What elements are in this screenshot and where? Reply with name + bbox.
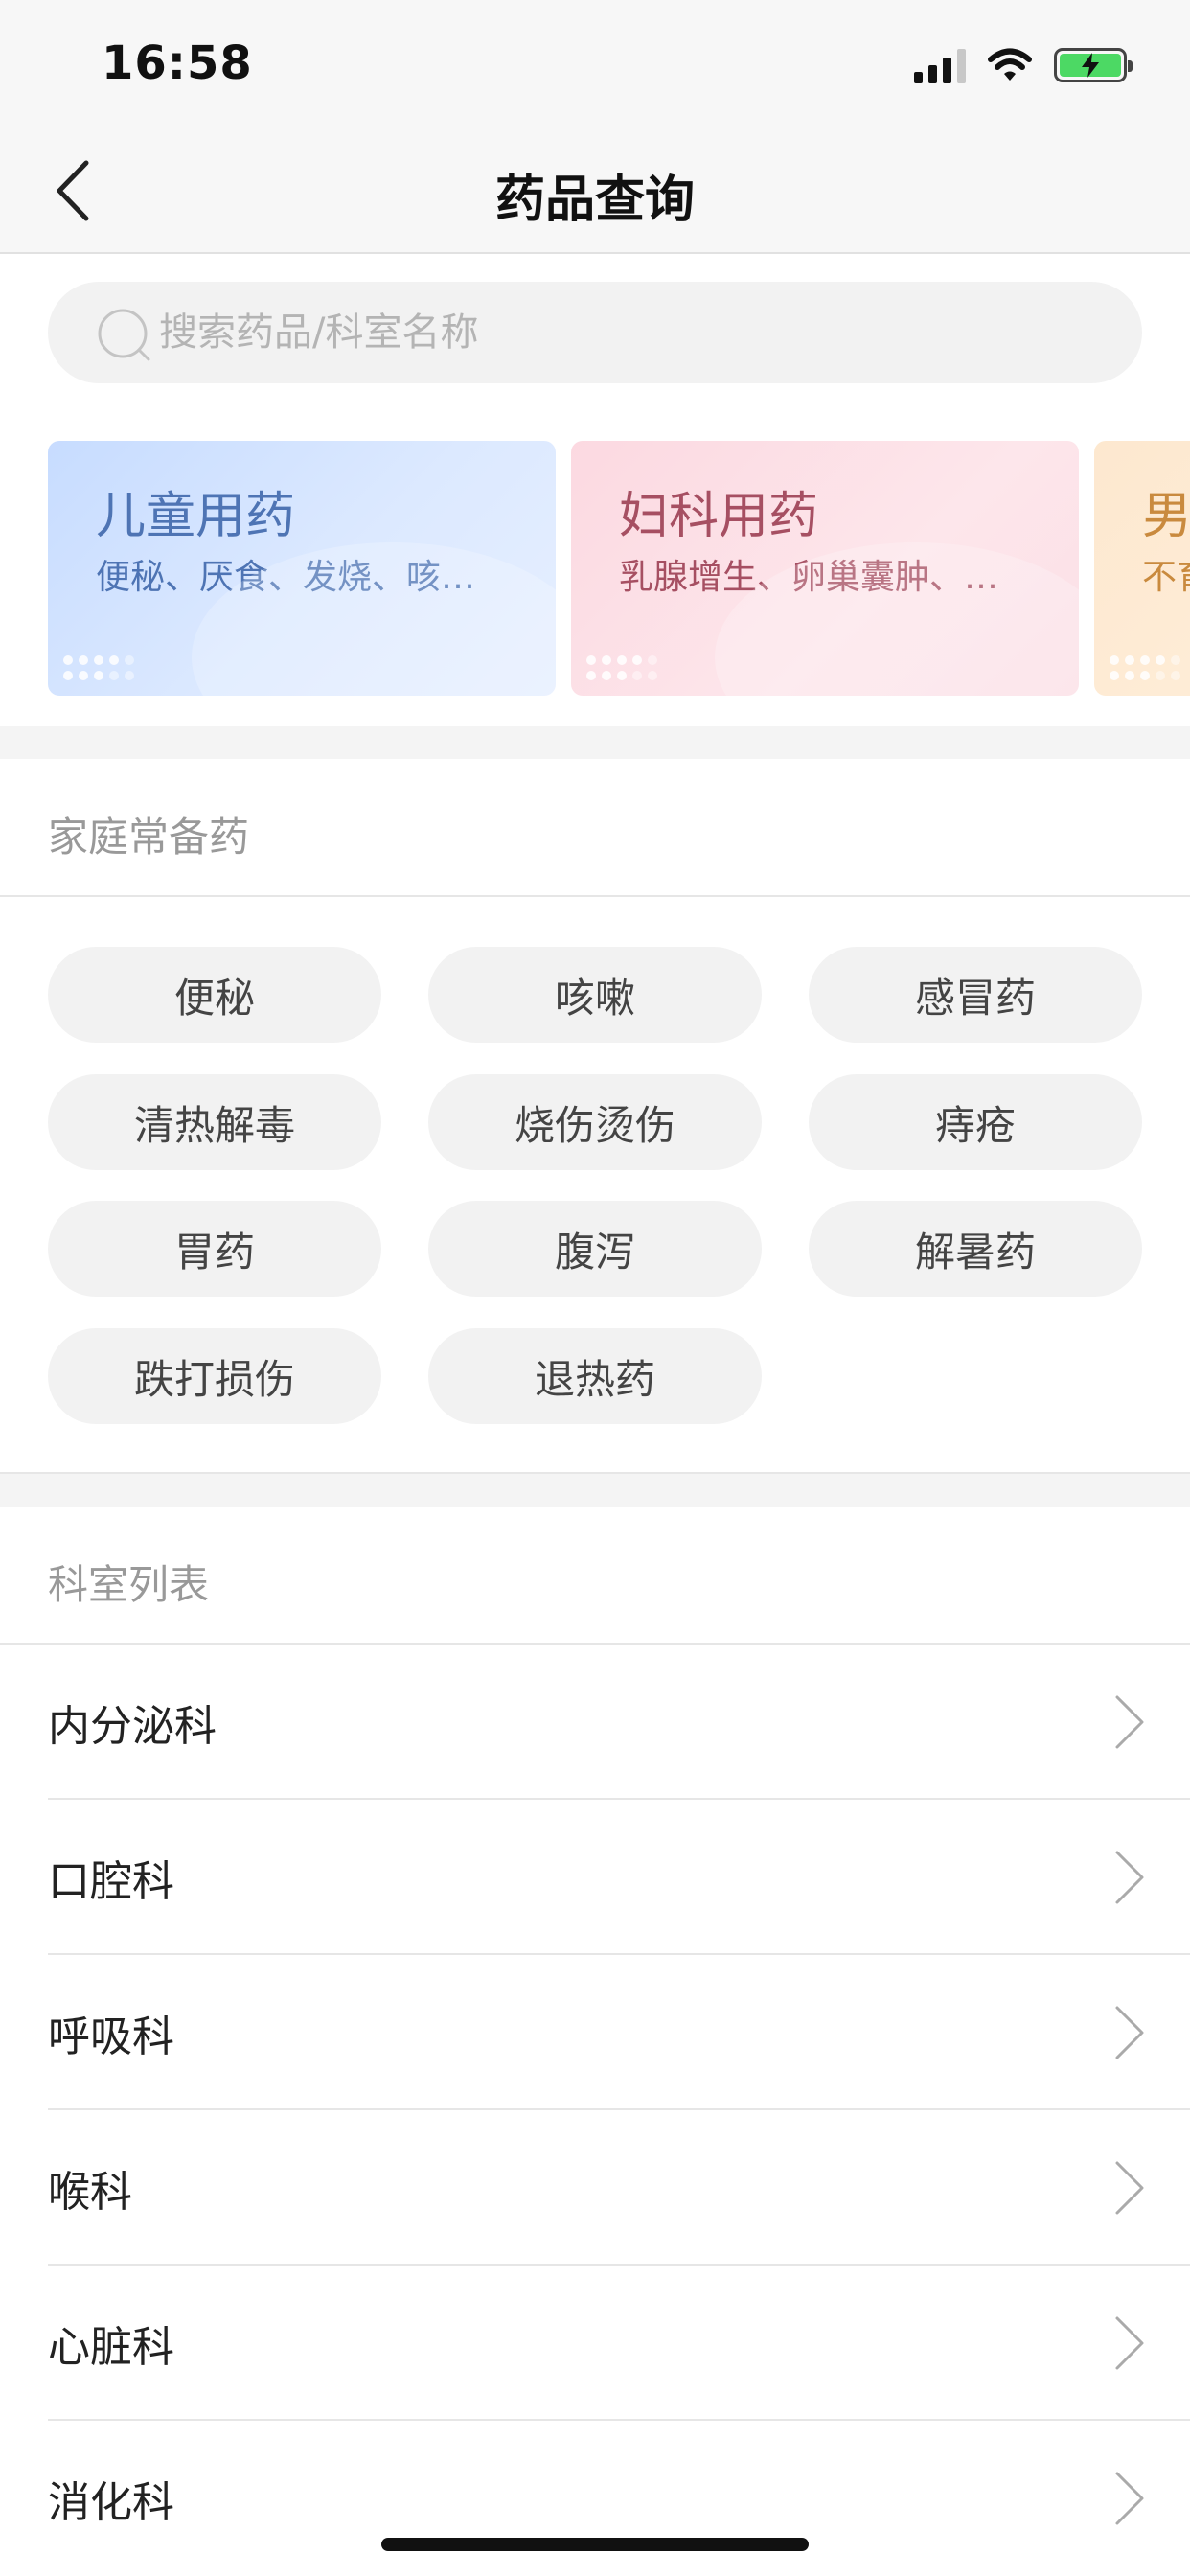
section-title: 家庭常备药	[48, 814, 250, 861]
tag-button[interactable]: 胃药	[48, 1201, 381, 1297]
list-item-label: 呼吸科	[48, 2012, 174, 2061]
section-divider	[0, 1472, 1190, 1506]
dots-decoration	[1110, 656, 1180, 680]
tag-button[interactable]: 退热药	[428, 1328, 762, 1424]
list-item-label: 内分泌科	[48, 1702, 217, 1751]
department-list-header: 科室列表	[0, 1506, 1190, 1644]
category-card-gynecology[interactable]: 妇科用药 乳腺增生、卵巢囊肿、…	[571, 441, 1079, 696]
page-title: 药品查询	[494, 172, 695, 229]
tag-button[interactable]: 解暑药	[809, 1201, 1142, 1297]
wifi-icon	[988, 48, 1032, 80]
category-cards: 儿童用药 便秘、厌食、发烧、咳… 妇科用药 乳腺增生、卵巢囊肿、… 男 不育	[48, 441, 1190, 696]
status-icons	[914, 44, 1133, 86]
list-item-label: 消化科	[48, 2478, 174, 2527]
status-bar: 16:58	[0, 0, 1190, 125]
card-subtitle: 不育	[1142, 558, 1190, 597]
list-item[interactable]: 心脏科	[0, 2266, 1190, 2421]
list-item-label: 喉科	[48, 2168, 132, 2217]
battery-icon	[1054, 48, 1133, 82]
status-time: 16:58	[102, 36, 253, 90]
tag-button[interactable]: 跌打损伤	[48, 1328, 381, 1424]
signal-icon	[914, 47, 966, 83]
card-title: 儿童用药	[96, 488, 296, 545]
tag-button[interactable]: 烧伤烫伤	[428, 1074, 762, 1170]
chevron-right-icon	[1115, 2316, 1144, 2370]
nav-bar: 药品查询	[0, 125, 1190, 254]
tag-button[interactable]: 腹泻	[428, 1201, 762, 1297]
list-item[interactable]: 喉科	[0, 2110, 1190, 2266]
chevron-right-icon	[1115, 1851, 1144, 1904]
section-divider	[0, 726, 1190, 759]
dots-decoration	[63, 656, 134, 680]
list-item[interactable]: 口腔科	[0, 1800, 1190, 1955]
search-input[interactable]	[48, 282, 1142, 383]
search-icon	[98, 309, 150, 361]
tag-button[interactable]: 清热解毒	[48, 1074, 381, 1170]
chevron-right-icon	[1115, 2472, 1144, 2525]
chevron-right-icon	[1115, 1695, 1144, 1749]
card-title: 男	[1142, 488, 1190, 545]
section-title: 科室列表	[48, 1561, 210, 1608]
chevron-right-icon	[1115, 2006, 1144, 2059]
tag-button[interactable]: 痔疮	[809, 1074, 1142, 1170]
tag-button[interactable]: 感冒药	[809, 947, 1142, 1043]
common-medicines-header: 家庭常备药	[0, 759, 1190, 897]
card-title: 妇科用药	[619, 488, 819, 545]
category-card-children[interactable]: 儿童用药 便秘、厌食、发烧、咳…	[48, 441, 556, 696]
home-indicator[interactable]	[381, 2538, 809, 2551]
tag-button[interactable]: 咳嗽	[428, 947, 762, 1043]
list-item[interactable]: 呼吸科	[0, 1955, 1190, 2110]
dots-decoration	[586, 656, 657, 680]
list-item-label: 口腔科	[48, 1857, 174, 1906]
list-item[interactable]: 内分泌科	[0, 1644, 1190, 1800]
list-item-label: 心脏科	[48, 2323, 174, 2372]
search-bar	[48, 282, 1142, 383]
tag-button[interactable]: 便秘	[48, 947, 381, 1043]
chevron-right-icon	[1115, 2161, 1144, 2215]
category-card-male[interactable]: 男 不育	[1094, 441, 1190, 696]
list-item[interactable]: 消化科	[0, 2421, 1190, 2576]
